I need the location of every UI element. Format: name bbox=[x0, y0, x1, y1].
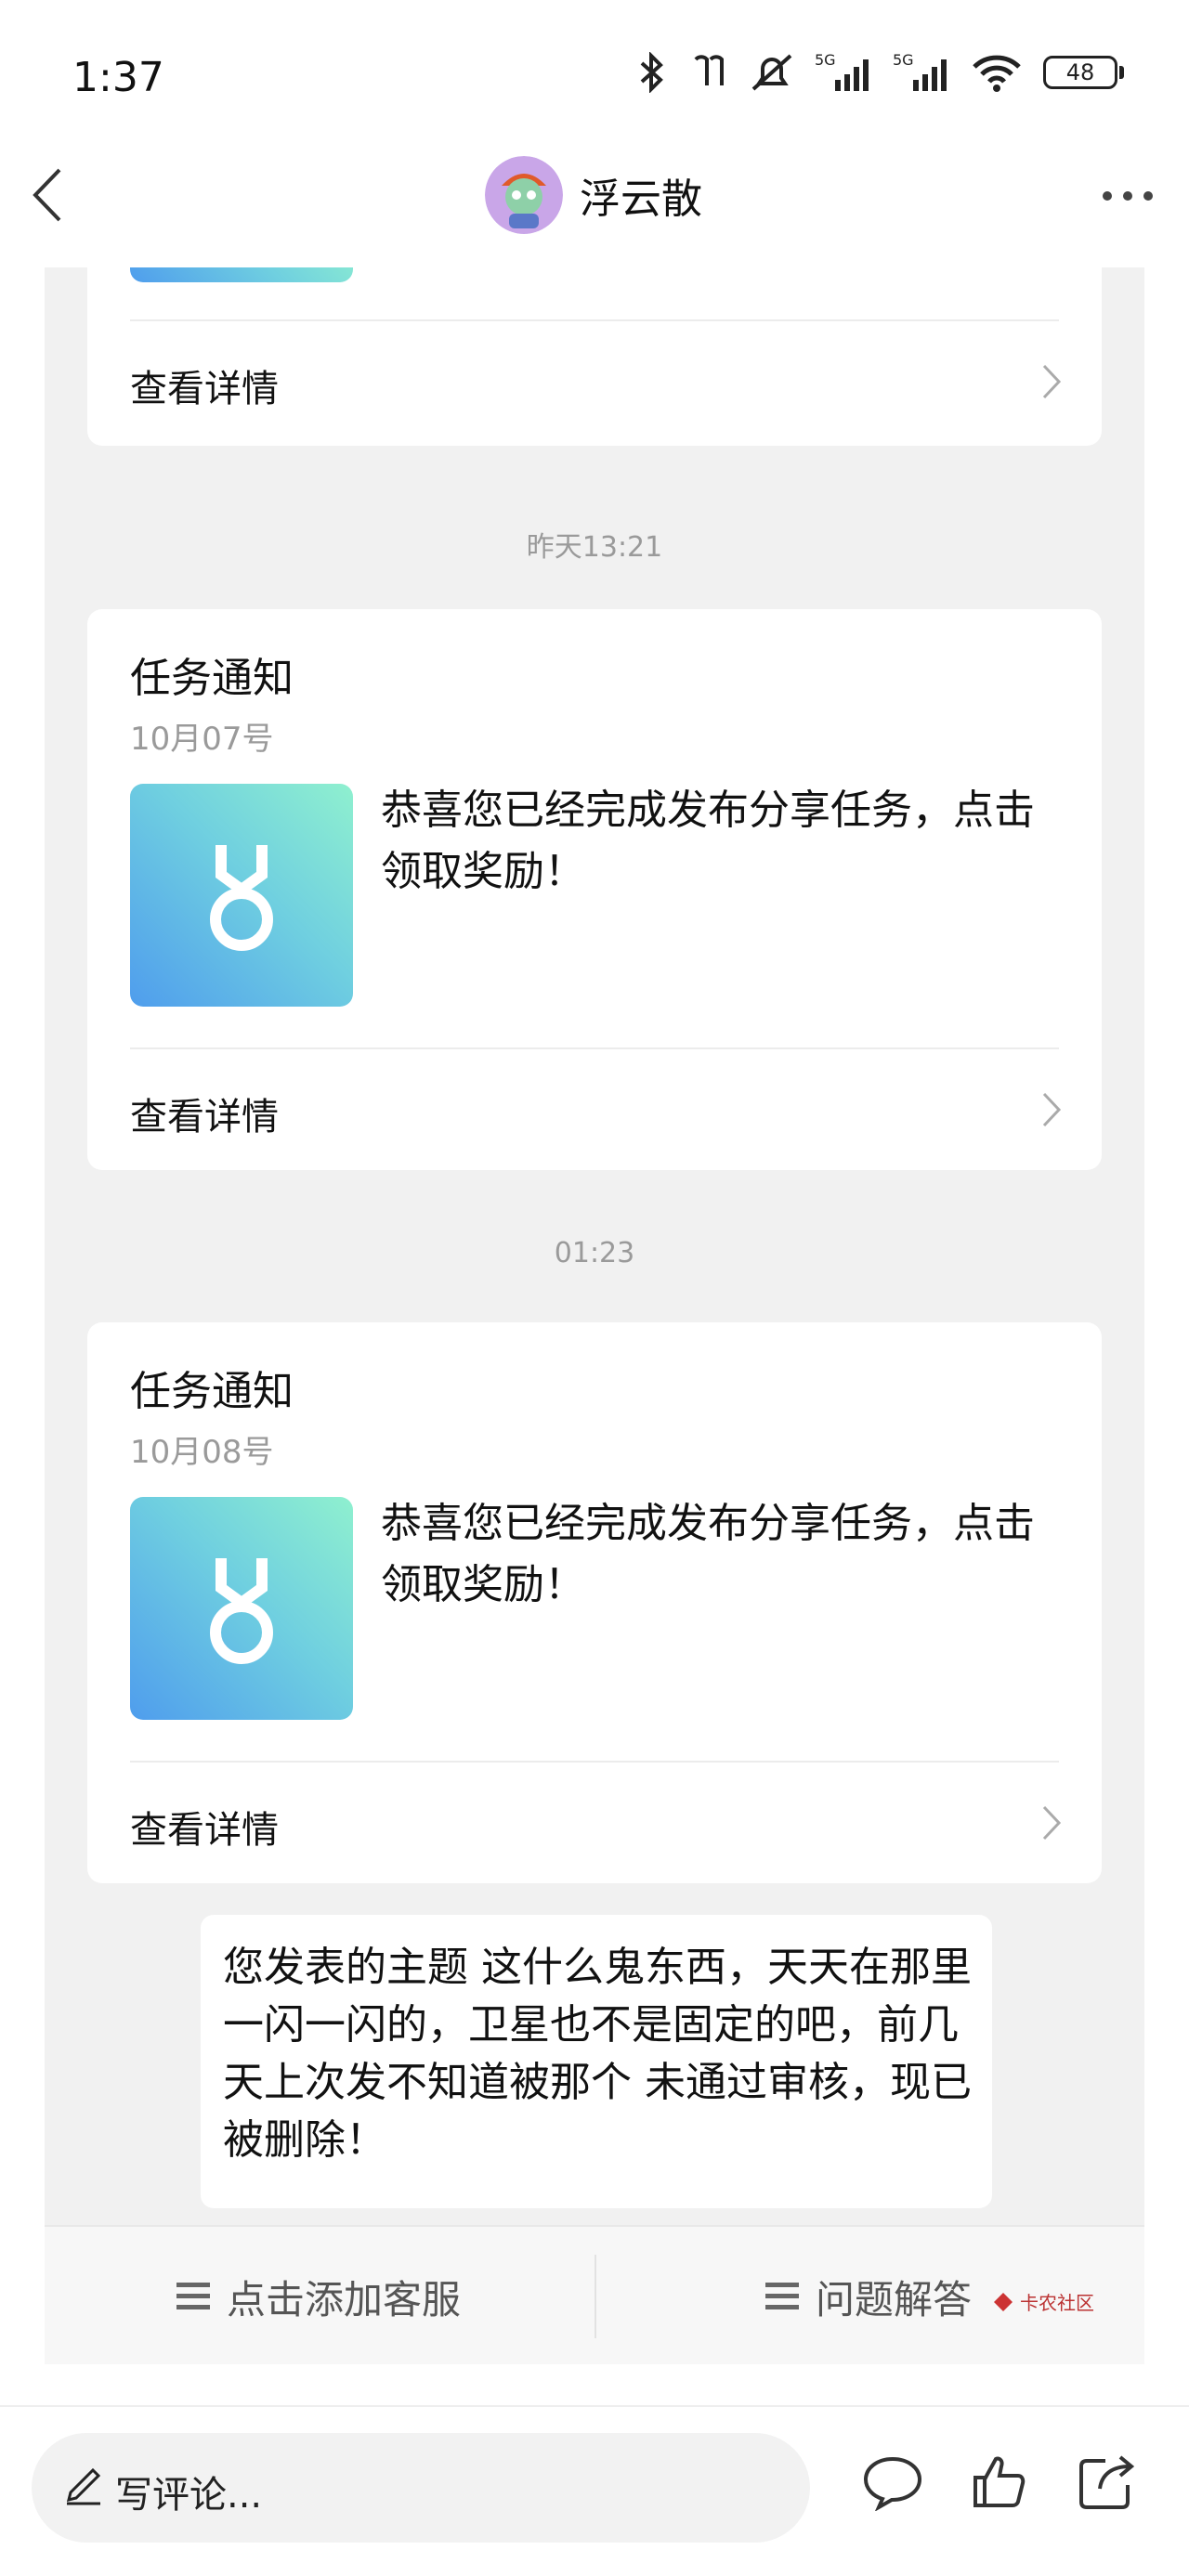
watermark: 卡农社区 bbox=[992, 2288, 1094, 2315]
view-details-label: 查看详情 bbox=[130, 1096, 279, 1138]
message-card[interactable]: 任务通知 10月07号 恭喜您已经完成发布分享任务，点击领取奖励！ 查看详情 bbox=[87, 609, 1102, 1170]
view-details-button[interactable]: 查看详情 bbox=[87, 321, 1102, 442]
earbuds-icon bbox=[694, 55, 724, 85]
signal-icon-2: 5G bbox=[893, 52, 947, 91]
signal-icon: 5G bbox=[815, 52, 869, 91]
status-icons: 5G 5G 48 bbox=[636, 52, 1124, 93]
status-bar: 1:37 5G 5G 48 bbox=[0, 0, 1189, 149]
page-title: 浮云散 bbox=[580, 176, 702, 223]
card-date: 10月08号 bbox=[130, 1434, 274, 1471]
add-customer-service-tab[interactable]: 点击添加客服 bbox=[176, 2227, 461, 2364]
comment-placeholder: 写评论... bbox=[115, 2474, 263, 2517]
reply-text: 您发表的主题 这什么鬼东西，天天在那里一闪一闪的，卫星也不是固定的吧，前几天上次… bbox=[223, 1944, 972, 2164]
mute-icon bbox=[751, 54, 792, 91]
message-list[interactable]: 查看详情 昨天13:21 任务通知 10月07号 恭喜您已经完成发布分享任务，点… bbox=[45, 267, 1144, 2364]
service-tabs: 点击添加客服 问题解答 卡农社区 bbox=[45, 2225, 1144, 2364]
tab-separator bbox=[594, 2255, 596, 2338]
card-title: 任务通知 bbox=[130, 1368, 294, 1415]
timestamp: 昨天13:21 bbox=[526, 531, 663, 564]
action-bar: 写评论... bbox=[0, 2405, 1189, 2576]
faq-tab[interactable]: 问题解答 bbox=[765, 2227, 972, 2364]
network-label-2: 5G bbox=[893, 52, 914, 69]
chevron-right-icon bbox=[1042, 1805, 1062, 1841]
card-body: 恭喜您已经完成发布分享任务，点击领取奖励！ bbox=[381, 787, 1035, 895]
share-icon[interactable] bbox=[1078, 2453, 1137, 2511]
system-reply-bubble: 您发表的主题 这什么鬼东西，天天在那里一闪一闪的，卫星也不是固定的吧，前几天上次… bbox=[201, 1915, 992, 2208]
view-details-button[interactable]: 查看详情 bbox=[87, 1049, 1102, 1170]
medal-icon bbox=[210, 845, 273, 951]
medal-thumbnail[interactable] bbox=[130, 1497, 353, 1720]
thumbs-up-icon[interactable] bbox=[970, 2453, 1027, 2511]
comment-icon[interactable] bbox=[862, 2453, 923, 2511]
network-label-1: 5G bbox=[815, 52, 836, 69]
medal-thumbnail[interactable] bbox=[130, 784, 353, 1007]
card-title: 任务通知 bbox=[130, 655, 294, 702]
view-details-button[interactable]: 查看详情 bbox=[87, 1763, 1102, 1883]
watermark-logo bbox=[994, 2292, 1013, 2311]
medal-icon bbox=[210, 1558, 273, 1664]
wifi-icon bbox=[973, 55, 1021, 92]
timestamp: 01:23 bbox=[554, 1237, 635, 1269]
card-body: 恭喜您已经完成发布分享任务，点击领取奖励！ bbox=[381, 1500, 1035, 1608]
battery-icon: 48 bbox=[1043, 56, 1124, 89]
add-customer-service-label: 点击添加客服 bbox=[227, 2276, 462, 2322]
back-icon[interactable] bbox=[26, 163, 72, 228]
menu-icon bbox=[765, 2283, 799, 2309]
card-date: 10月07号 bbox=[130, 721, 274, 758]
medal-thumbnail bbox=[130, 267, 353, 282]
chevron-right-icon bbox=[1042, 1092, 1062, 1127]
battery-level: 48 bbox=[1043, 56, 1117, 89]
view-details-label: 查看详情 bbox=[130, 368, 279, 410]
message-card[interactable]: 任务通知 10月08号 恭喜您已经完成发布分享任务，点击领取奖励！ 查看详情 bbox=[87, 1322, 1102, 1883]
menu-icon bbox=[176, 2283, 210, 2309]
message-card-partial[interactable]: 查看详情 bbox=[87, 267, 1102, 446]
view-details-label: 查看详情 bbox=[130, 1809, 279, 1852]
chevron-right-icon bbox=[1042, 364, 1062, 399]
comment-input[interactable]: 写评论... bbox=[32, 2433, 810, 2543]
bluetooth-icon bbox=[640, 52, 663, 93]
watermark-text: 卡农社区 bbox=[1020, 2292, 1094, 2314]
status-time: 1:37 bbox=[72, 54, 164, 101]
nav-title-group[interactable]: 浮云散 bbox=[485, 156, 702, 234]
faq-label: 问题解答 bbox=[816, 2276, 973, 2322]
more-icon[interactable] bbox=[1100, 182, 1156, 210]
avatar[interactable] bbox=[485, 156, 563, 234]
pencil-icon bbox=[66, 2467, 101, 2505]
